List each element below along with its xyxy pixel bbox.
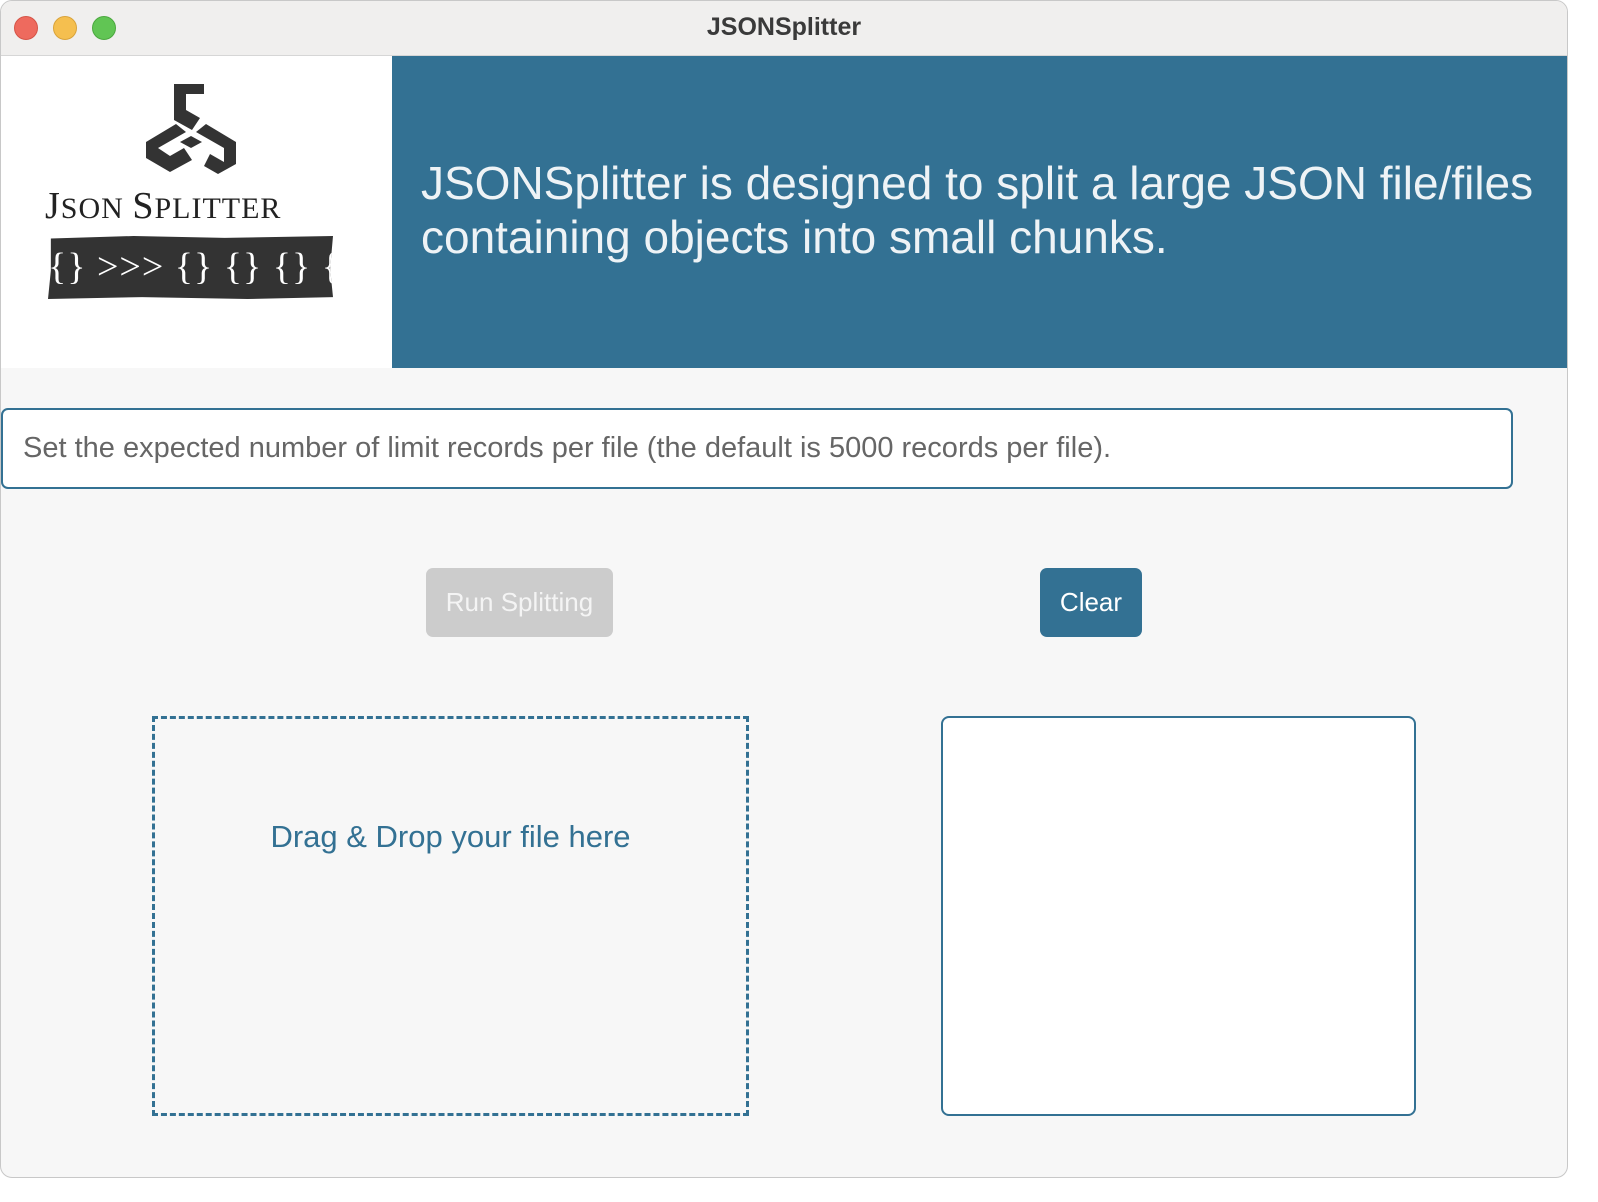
logo-title-first: J xyxy=(45,185,61,227)
logo-strip: {} >>> {} {} {} {} xyxy=(48,236,333,299)
description-banner: JSONSplitter is designed to split a larg… xyxy=(392,56,1567,368)
logo-title-first-small: SON xyxy=(60,192,133,225)
drop-zone-label: Drag & Drop your file here xyxy=(270,819,631,854)
banner-text: JSONSplitter is designed to split a larg… xyxy=(421,157,1534,263)
logo-panel: JSON SPLITTER {} >>> {} {} {} {} xyxy=(1,56,392,368)
header: JSON SPLITTER {} >>> {} {} {} {} JSONSpl… xyxy=(1,56,1567,368)
limit-records-input[interactable] xyxy=(1,408,1513,489)
app-window: JSONSplitter JSON SPLITTER {} >>> {} {} … xyxy=(0,0,1568,1178)
logo-title-second-small: PLITTER xyxy=(154,192,282,225)
json-splitter-logo-icon xyxy=(146,84,236,174)
file-drop-zone[interactable]: Drag & Drop your file here xyxy=(152,716,749,1116)
window-title: JSONSplitter xyxy=(706,13,862,41)
clear-button[interactable]: Clear xyxy=(1040,568,1142,637)
logo-title: JSON SPLITTER xyxy=(45,184,345,228)
run-splitting-button[interactable]: Run Splitting xyxy=(426,568,613,637)
logo-title-second: S xyxy=(132,185,155,227)
title-bar[interactable]: JSONSplitter xyxy=(1,1,1567,56)
output-panel[interactable] xyxy=(941,716,1416,1116)
